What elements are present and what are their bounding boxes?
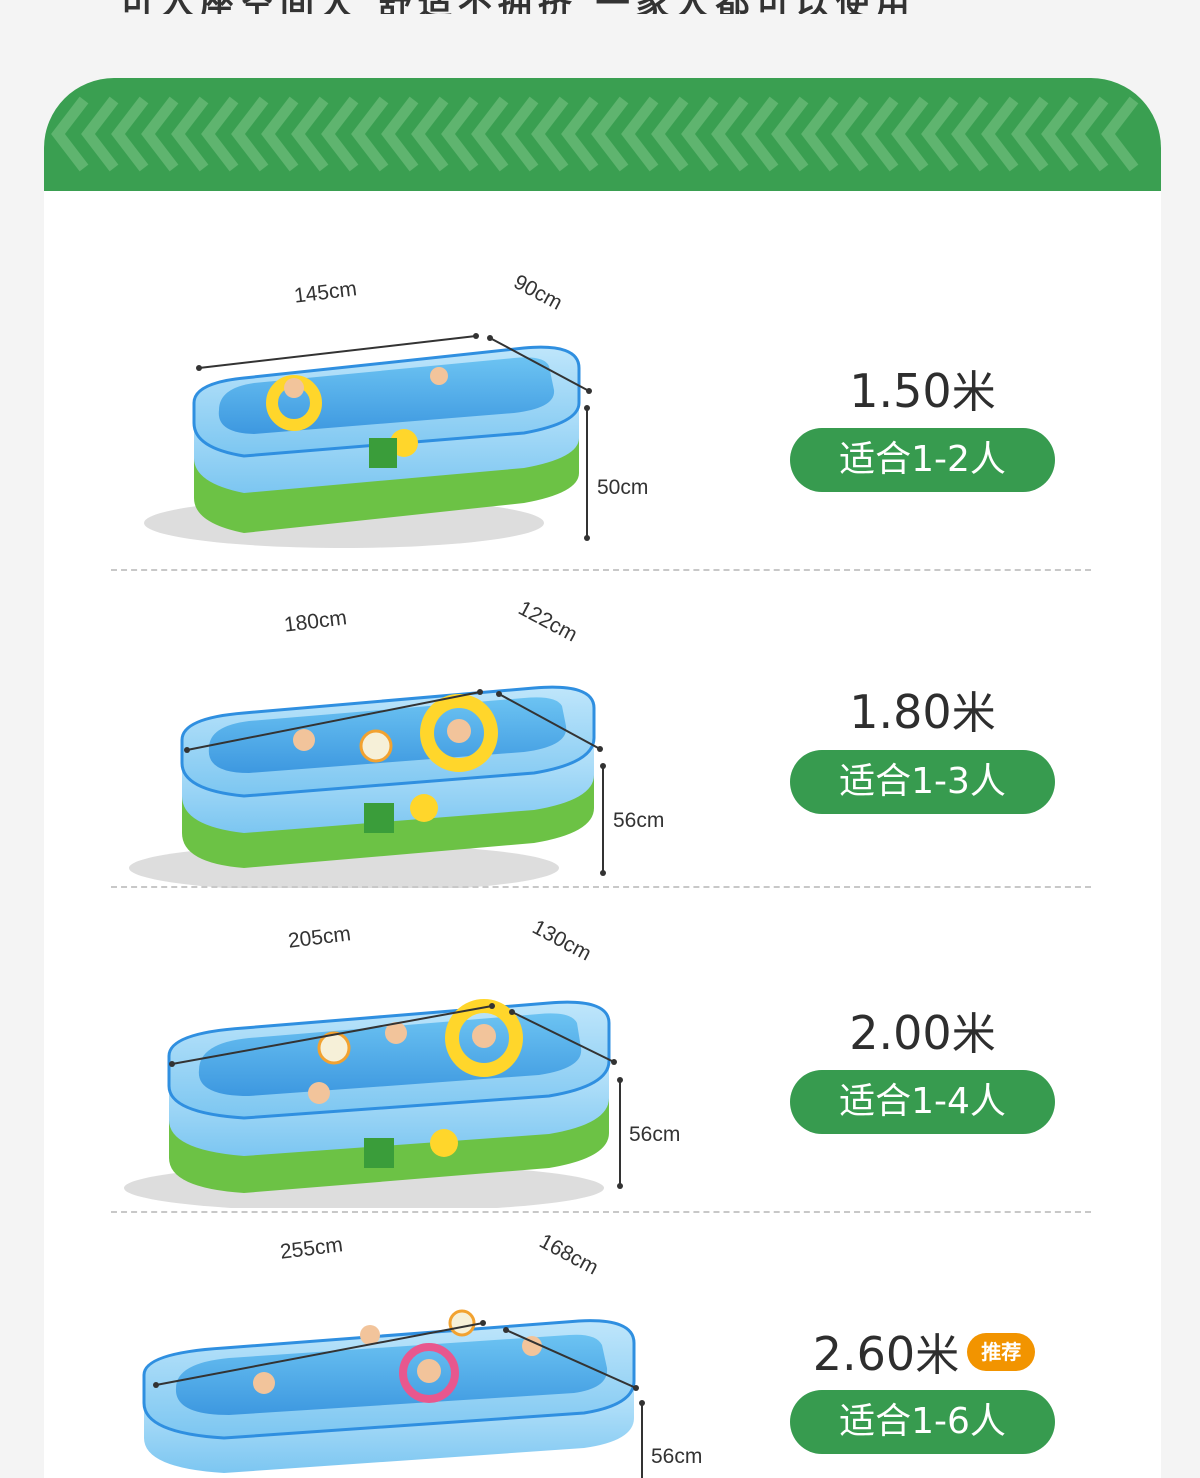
height-label: 50cm (597, 476, 649, 499)
size-title: 2.00米 (790, 998, 1055, 1062)
size-unit: 米 (951, 367, 996, 418)
row-divider (111, 1211, 1091, 1213)
row-divider (111, 886, 1091, 888)
product-row-260: 255cm 168cm 56cm 2.60米 推荐 适合1-6人 (44, 1223, 1161, 1478)
top-banner-text: 可入座空间大 舒适不拥挤 一家人都可以使用 (0, 0, 1200, 14)
size-value: 2.60 (812, 1327, 916, 1381)
size-comparison-card: 145cm 90cm 50cm 1.50米 适合1-2人 180cm 122cm… (44, 78, 1161, 1478)
size-title: 1.50米 (790, 356, 1055, 420)
capacity-badge: 适合1-2人 (790, 428, 1055, 492)
size-value: 1.80 (849, 685, 952, 739)
pool-illustration (124, 999, 623, 1208)
height-label: 56cm (629, 1123, 681, 1146)
chevron-pattern-icon (51, 96, 1139, 172)
product-row-180: 180cm 122cm 56cm 1.80米 适合1-3人 (44, 578, 1161, 888)
size-title: 1.80米 (790, 677, 1055, 741)
size-value: 2.00 (849, 1006, 952, 1060)
row-divider (111, 569, 1091, 571)
size-unit: 米 (915, 1330, 960, 1381)
recommend-badge: 推荐 (967, 1332, 1036, 1371)
card-header-chevron-band (44, 78, 1161, 191)
height-label: 56cm (613, 809, 665, 832)
banner-heading: 可入座空间大 舒适不拥挤 一家人都可以使用 (120, 0, 916, 14)
pool-illustration (142, 1309, 645, 1478)
size-value: 1.50 (849, 364, 952, 418)
capacity-badge: 适合1-4人 (790, 1070, 1055, 1134)
product-row-200: 205cm 130cm 56cm 2.00米 适合1-4人 (44, 898, 1161, 1208)
pool-illustration (129, 685, 606, 888)
size-unit: 米 (951, 688, 996, 739)
product-row-150: 145cm 90cm 50cm 1.50米 适合1-2人 (44, 258, 1161, 568)
capacity-badge: 适合1-6人 (790, 1390, 1055, 1454)
size-title: 2.60米 推荐 (774, 1319, 1074, 1383)
size-unit: 米 (951, 1009, 996, 1060)
pool-illustration (144, 333, 592, 548)
height-label: 56cm (651, 1445, 703, 1468)
capacity-badge: 适合1-3人 (790, 750, 1055, 814)
